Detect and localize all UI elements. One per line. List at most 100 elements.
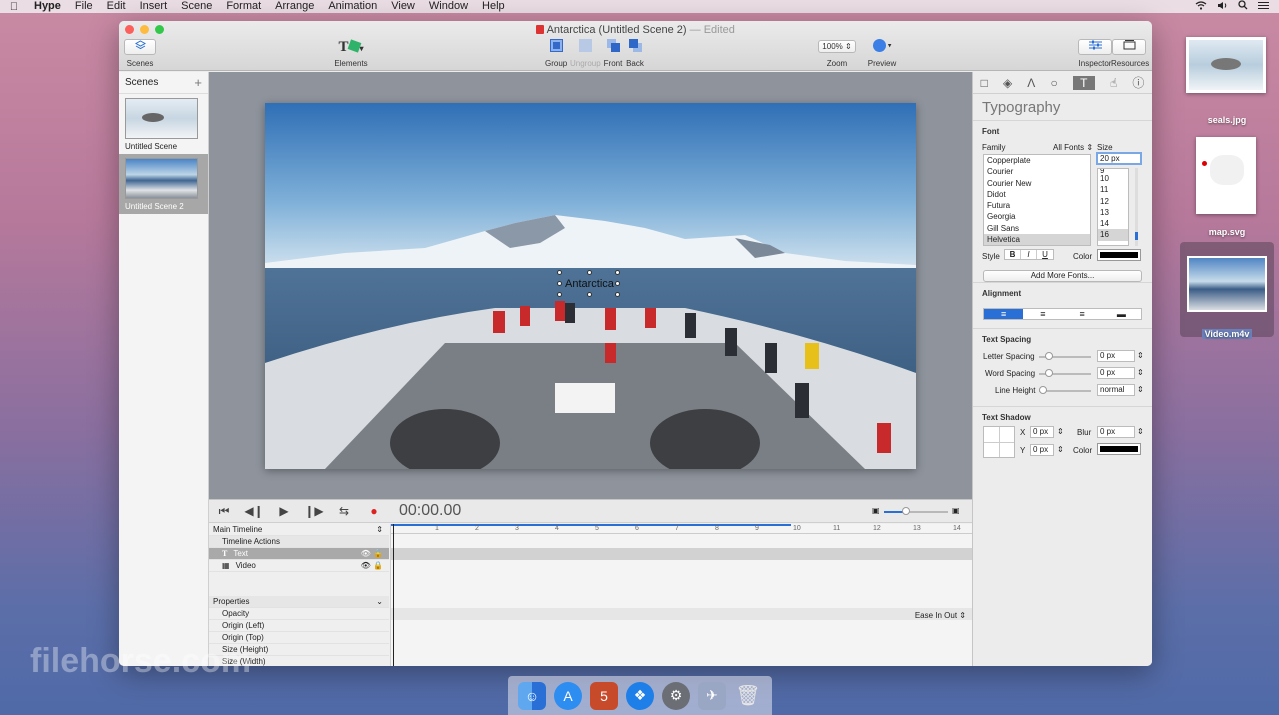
- shadow-blur-input[interactable]: 0 px: [1097, 426, 1135, 438]
- menu-arrange[interactable]: Arrange: [269, 0, 322, 13]
- font-size-list[interactable]: 9 10 11 12 13 14 16: [1097, 168, 1129, 246]
- properties-header[interactable]: Properties ⌄: [209, 596, 389, 608]
- resize-handle[interactable]: [615, 270, 620, 275]
- shadow-offset-pad[interactable]: [983, 426, 1015, 458]
- scenes-toolbar-item[interactable]: Scenes: [124, 39, 156, 68]
- shadow-x-input[interactable]: 0 px: [1030, 426, 1054, 438]
- element-inspector-icon[interactable]: ○: [1050, 76, 1057, 90]
- property-row[interactable]: Opacity: [209, 608, 389, 620]
- scene-inspector-icon[interactable]: ◈: [1003, 76, 1012, 90]
- apple-menu-icon[interactable]: : [0, 1, 28, 13]
- zoom-select[interactable]: 100% ⇕: [818, 40, 856, 53]
- resize-handle[interactable]: [557, 281, 562, 286]
- desktop-file-map[interactable]: map.svg: [1196, 137, 1258, 237]
- line-height-knob[interactable]: [1039, 386, 1047, 394]
- text-color-well[interactable]: [1097, 249, 1141, 261]
- menu-app[interactable]: Hype: [28, 0, 69, 13]
- metrics-inspector-icon[interactable]: Λ: [1027, 76, 1035, 90]
- list-icon[interactable]: [1258, 1, 1269, 13]
- align-center-icon[interactable]: ≡: [1023, 309, 1062, 319]
- scene-stage[interactable]: Antarctica: [265, 103, 916, 469]
- bold-button[interactable]: B: [1005, 250, 1021, 259]
- align-left-icon[interactable]: ≡: [984, 309, 1024, 319]
- finder-icon[interactable]: ☺: [518, 681, 546, 710]
- trash-icon[interactable]: 🗑: [734, 682, 762, 710]
- font-list-item[interactable]: Copperplate: [984, 155, 1090, 166]
- elements-toolbar-item[interactable]: T ▾ Elements: [331, 39, 371, 68]
- word-spacing-knob[interactable]: [1045, 369, 1053, 377]
- front-toolbar-item[interactable]: Front: [603, 39, 623, 68]
- back-toolbar-item[interactable]: Back: [625, 39, 645, 68]
- resize-handle[interactable]: [587, 292, 592, 297]
- desktop-file-video[interactable]: Video.m4v: [1180, 242, 1274, 339]
- font-size-input[interactable]: 20 px: [1096, 152, 1142, 165]
- text-layer-row[interactable]: T Text 👁 🔒: [209, 548, 389, 560]
- all-fonts-select[interactable]: All Fonts ⇕: [1053, 143, 1093, 152]
- size-list-item[interactable]: 10: [1098, 173, 1128, 184]
- resize-handle[interactable]: [557, 270, 562, 275]
- underline-button[interactable]: U: [1037, 250, 1053, 259]
- go-to-start-icon[interactable]: ⏮: [209, 504, 239, 519]
- typography-inspector-icon[interactable]: T: [1072, 75, 1095, 90]
- menu-format[interactable]: Format: [220, 0, 269, 13]
- stepper-icon[interactable]: ⇕: [1137, 385, 1144, 394]
- font-list-item[interactable]: Didot: [984, 189, 1090, 200]
- size-list-item-selected[interactable]: 16: [1098, 229, 1128, 241]
- add-more-fonts-button[interactable]: Add More Fonts...: [983, 270, 1142, 282]
- scene-item[interactable]: Untitled Scene: [119, 94, 208, 154]
- shadow-y-input[interactable]: 0 px: [1030, 444, 1054, 456]
- sliders-icon[interactable]: [1078, 39, 1112, 55]
- stepper-icon[interactable]: ⇕: [1137, 368, 1144, 377]
- size-list-item[interactable]: 12: [1098, 196, 1128, 207]
- ungroup-toolbar-item[interactable]: Ungroup: [570, 39, 601, 68]
- zoom-toolbar-item[interactable]: 100% ⇕ Zoom: [818, 40, 856, 68]
- stepper-icon[interactable]: ⇕: [1137, 427, 1144, 436]
- layers-icon[interactable]: [124, 39, 156, 55]
- font-list-item[interactable]: Futura: [984, 200, 1090, 211]
- wifi-icon[interactable]: [1195, 0, 1207, 13]
- hype-app-icon[interactable]: 5: [590, 681, 618, 710]
- font-list-item-selected[interactable]: Helvetica: [984, 234, 1090, 245]
- inspector-toolbar-item[interactable]: Inspector: [1078, 39, 1112, 68]
- scene-item-selected[interactable]: Untitled Scene 2: [119, 154, 208, 214]
- play-icon[interactable]: ▶: [269, 504, 299, 518]
- menu-window[interactable]: Window: [423, 0, 476, 13]
- video-layer-row[interactable]: ▦ Video 👁 🔒: [209, 560, 389, 572]
- resize-handle[interactable]: [557, 292, 562, 297]
- font-family-list[interactable]: Copperplate Courier Courier New Didot Fu…: [983, 154, 1091, 246]
- desktop-file-seals[interactable]: seals.jpg: [1186, 37, 1268, 125]
- group-icon[interactable]: [549, 39, 563, 52]
- menu-scene[interactable]: Scene: [175, 0, 220, 13]
- shadow-color-well[interactable]: [1097, 443, 1141, 455]
- send-back-icon[interactable]: [628, 39, 642, 52]
- timeline-zoom-slider[interactable]: ▣ ▣: [872, 506, 962, 516]
- elements-icon[interactable]: T ▾: [331, 39, 371, 56]
- safari-preview-icon[interactable]: ▾: [867, 39, 897, 55]
- property-row[interactable]: Origin (Left): [209, 620, 389, 632]
- stepper-icon[interactable]: ⇕: [1137, 351, 1144, 360]
- record-icon[interactable]: ●: [359, 504, 389, 518]
- menu-edit[interactable]: Edit: [101, 0, 134, 13]
- font-list-item[interactable]: Courier: [984, 166, 1090, 177]
- font-list-item[interactable]: Georgia: [984, 211, 1090, 222]
- resize-handle[interactable]: [615, 292, 620, 297]
- search-icon[interactable]: [1238, 0, 1248, 13]
- step-back-icon[interactable]: ◀❙: [239, 504, 269, 518]
- volume-icon[interactable]: [1217, 1, 1228, 13]
- letter-spacing-input[interactable]: 0 px: [1097, 350, 1135, 362]
- line-height-input[interactable]: normal: [1097, 384, 1135, 396]
- eye-lock-icon[interactable]: 👁 🔒: [361, 560, 383, 572]
- menu-view[interactable]: View: [385, 0, 423, 13]
- resize-handle[interactable]: [587, 270, 592, 275]
- menu-help[interactable]: Help: [476, 0, 513, 13]
- menu-file[interactable]: File: [69, 0, 101, 13]
- size-list-scrollbar[interactable]: [1135, 168, 1138, 246]
- size-list-item[interactable]: 14: [1098, 218, 1128, 229]
- step-forward-icon[interactable]: ❙▶: [299, 504, 329, 518]
- main-timeline-select[interactable]: Main Timeline ⇕: [209, 524, 389, 536]
- app-store-icon[interactable]: A: [554, 681, 582, 710]
- align-right-icon[interactable]: ≡: [1063, 309, 1102, 319]
- stepper-icon[interactable]: ⇕: [1057, 445, 1064, 454]
- resources-icon[interactable]: [1112, 39, 1146, 55]
- system-preferences-icon[interactable]: ⚙: [662, 681, 690, 710]
